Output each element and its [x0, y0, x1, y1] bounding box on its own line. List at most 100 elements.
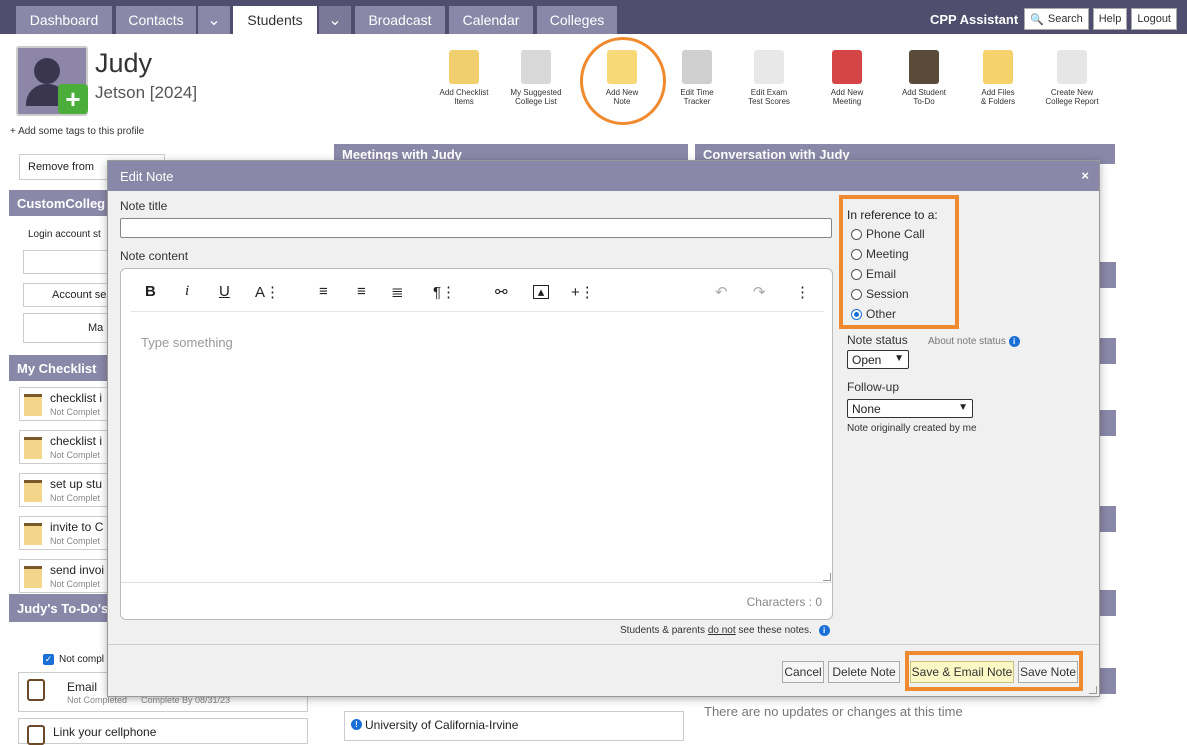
toolbar-item[interactable]: Add New Meeting: [815, 50, 879, 106]
todo-item[interactable]: Link your cellphone: [18, 718, 308, 745]
clipboard-icon: [27, 725, 45, 745]
tab-calendar[interactable]: Calendar: [449, 6, 533, 34]
checklist-title: send invoi: [50, 563, 105, 577]
underline-icon[interactable]: U: [219, 283, 230, 300]
delete-note-button[interactable]: Delete Note: [828, 661, 900, 683]
followup-value: None: [852, 401, 881, 416]
note-status-label: Note status: [847, 333, 908, 347]
checklist-title: checklist i: [50, 434, 103, 448]
list-icon[interactable]: ≣: [391, 283, 404, 301]
avatar[interactable]: +: [16, 46, 88, 116]
toolbar-item[interactable]: Edit Exam Test Scores: [737, 50, 801, 106]
tab-students[interactable]: Students: [233, 6, 317, 34]
checkbox-checked-icon[interactable]: ✓: [43, 654, 54, 665]
right-panel-strip: [1098, 410, 1116, 436]
toolbar-label: Items: [454, 97, 474, 106]
no-updates-text: There are no updates or changes at this …: [704, 704, 963, 719]
checklist-icon: [24, 523, 42, 545]
checklist-item[interactable]: set up stu Not Complet: [19, 473, 109, 507]
contacts-dropdown-chevron-icon[interactable]: ⌄: [198, 6, 230, 34]
search-icon: 🔍: [1030, 13, 1044, 26]
undo-icon[interactable]: ↶: [715, 283, 728, 301]
toolbar-label: Add Student: [901, 88, 947, 97]
checklist-status: Not Complet: [50, 579, 101, 589]
note-title-label: Note title: [120, 199, 168, 213]
toolbar-item[interactable]: Add Files & Folders: [966, 50, 1030, 106]
checklist-item[interactable]: send invoi Not Complet: [19, 559, 109, 593]
cancel-button[interactable]: Cancel: [782, 661, 824, 683]
college-list-item[interactable]: ! University of California-Irvine: [344, 711, 684, 741]
close-icon[interactable]: ×: [1081, 168, 1089, 183]
note-status-select[interactable]: Open ▼: [847, 350, 909, 369]
tab-dashboard[interactable]: Dashboard: [16, 6, 112, 34]
paragraph-icon[interactable]: ¶⋮: [433, 283, 456, 301]
student-first-name: Judy: [95, 48, 153, 78]
add-plus-icon: +: [58, 84, 88, 114]
assistant-name: CPP Assistant: [930, 11, 1019, 27]
note-content-editor[interactable]: B i U A⋮ ≡ ≡ ≣ ¶⋮ ⚯ ▴ +⋮ ↶ ↷ ⋮ Type some…: [120, 268, 833, 620]
help-button[interactable]: Help: [1092, 8, 1128, 30]
manage-button[interactable]: Ma: [23, 313, 113, 343]
logout-button[interactable]: Logout: [1131, 8, 1177, 30]
about-note-status-link[interactable]: About note status i: [928, 336, 1020, 347]
editor-footer-divider: [121, 582, 832, 583]
tab-colleges[interactable]: Colleges: [537, 6, 617, 34]
info-icon[interactable]: i: [818, 625, 830, 636]
report-icon: [1057, 50, 1087, 84]
right-panel-strip: [1098, 668, 1116, 694]
search-button[interactable]: 🔍 Search: [1024, 8, 1089, 30]
more-options-icon[interactable]: ⋮: [795, 283, 810, 301]
toolbar-item[interactable]: Edit Time Tracker: [665, 50, 729, 106]
account-settings-button[interactable]: Account se: [23, 283, 113, 307]
toolbar-divider: [131, 311, 824, 312]
toolbar-item[interactable]: My Suggested College List: [504, 50, 568, 106]
tab-broadcast[interactable]: Broadcast: [355, 6, 445, 34]
dialog-title: Edit Note: [120, 168, 174, 184]
checklist-status: Not Complet: [50, 493, 101, 503]
login-field[interactable]: [23, 250, 113, 274]
checklist-status: Not Complet: [50, 536, 101, 546]
add-note-highlight-circle: [580, 37, 666, 125]
checklist-icon: [24, 394, 42, 416]
add-tags-link[interactable]: + Add some tags to this profile: [10, 126, 144, 137]
student-last-name-year: Jetson [2024]: [95, 83, 198, 102]
checklist-title: invite to C: [50, 520, 104, 534]
chevron-down-icon: ▼: [894, 353, 904, 364]
privacy-suffix: see these notes.: [735, 625, 812, 637]
bold-icon[interactable]: B: [145, 283, 156, 300]
resize-handle-icon[interactable]: [823, 573, 831, 581]
toolbar-item[interactable]: Add Student To-Do: [892, 50, 956, 106]
redo-icon[interactable]: ↷: [753, 283, 766, 301]
toolbar-label: To-Do: [913, 97, 935, 106]
checklist-item[interactable]: checklist i Not Complet: [19, 430, 109, 464]
toolbar-label: Add Checklist: [439, 88, 489, 97]
calendar-icon: [832, 50, 862, 84]
clipboard-icon: [27, 679, 45, 701]
toolbar-label: College List: [515, 97, 557, 106]
save-buttons-highlight-box: [905, 651, 1083, 691]
image-icon[interactable]: ▴: [533, 285, 549, 299]
checklist-item[interactable]: invite to C Not Complet: [19, 516, 109, 550]
insert-more-icon[interactable]: +⋮: [571, 283, 595, 301]
followup-select[interactable]: None ▼: [847, 399, 973, 418]
link-icon[interactable]: ⚯: [495, 283, 508, 301]
italic-icon[interactable]: i: [185, 283, 189, 300]
not-complete-filter[interactable]: ✓ Not compl: [43, 654, 104, 665]
align-left-icon[interactable]: ≡: [319, 283, 328, 300]
toolbar-item[interactable]: Add Checklist Items: [432, 50, 496, 106]
stopwatch-icon: [682, 50, 712, 84]
font-size-icon[interactable]: A⋮: [255, 283, 280, 301]
college-name: University of California-Irvine: [365, 718, 519, 732]
editor-placeholder: Type something: [141, 335, 233, 350]
right-panel-strip: [1098, 262, 1116, 288]
checklist-status: Not Complet: [50, 407, 101, 417]
align-center-icon[interactable]: ≡: [357, 283, 366, 300]
right-panel-strip: [1098, 590, 1116, 616]
toolbar-item[interactable]: Create New College Report: [1040, 50, 1104, 106]
students-dropdown-chevron-icon[interactable]: ⌄: [319, 6, 351, 34]
checklist-item[interactable]: checklist i Not Complet: [19, 387, 109, 421]
tab-contacts[interactable]: Contacts: [116, 6, 196, 34]
checklist-icon: [24, 566, 42, 588]
note-title-input[interactable]: [120, 218, 832, 238]
dialog-resize-handle-icon[interactable]: [1089, 686, 1097, 694]
